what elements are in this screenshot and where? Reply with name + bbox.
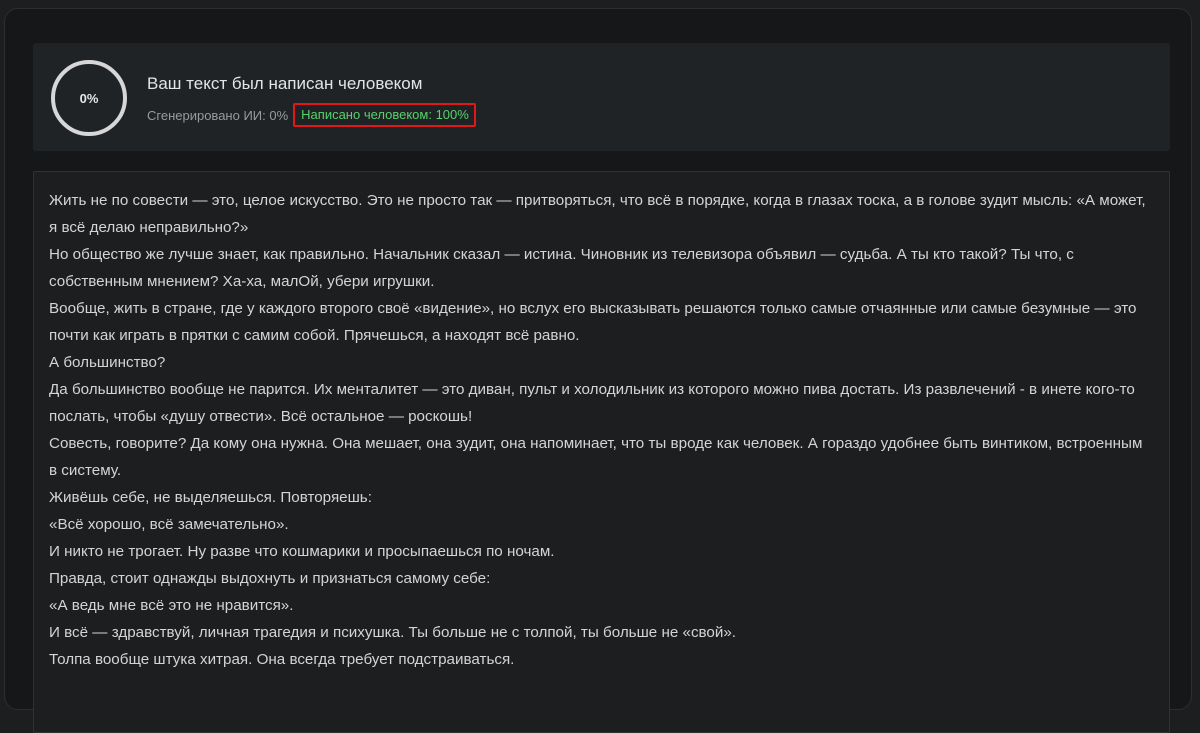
ai-score-label: 0% [79,90,99,106]
ai-generated-stat: Сгенерировано ИИ: 0% [147,107,289,123]
text-paragraph: «А ведь мне всё это не нравится». [49,597,294,614]
text-paragraph: Вообще, жить в стране, где у каждого вто… [49,300,1137,344]
ai-score-ring: 0% [51,60,127,136]
text-paragraph: И никто не трогает. Ну разве что кошмари… [49,543,555,560]
detection-summary: 0% Ваш текст был написан человеком Сгене… [33,43,1170,151]
text-paragraph: Но общество же лучше знает, как правильн… [49,246,1074,290]
text-paragraph: Жить не по совести — это, целое искусств… [49,192,1146,236]
text-paragraph: Толпа вообще штука хитрая. Она всегда тр… [49,651,515,668]
detection-stats: Сгенерировано ИИ: 0% Написано человеком:… [147,103,476,127]
result-card: 0% Ваш текст был написан человеком Сгене… [4,8,1192,733]
analyzed-text: Жить не по совести — это, целое искусств… [49,187,1149,673]
result-title: Ваш текст был написан человеком [147,74,423,93]
text-paragraph: И всё — здравствуй, личная трагедия и пс… [49,624,737,641]
human-written-stat: Написано человеком: 100% [293,103,476,127]
text-paragraph: Живёшь себе, не выделяешься. Повторяешь: [49,489,372,506]
text-paragraph: Да большинство вообще не парится. Их мен… [49,381,1135,425]
text-paragraph: «Всё хорошо, всё замечательно». [49,516,289,533]
text-paragraph: А большинство? [49,354,166,371]
analyzed-text-panel: Жить не по совести — это, целое искусств… [33,171,1170,733]
text-paragraph: Совесть, говорите? Да кому она нужна. Он… [49,435,1143,479]
text-paragraph: Правда, стоит однажды выдохнуть и призна… [49,570,491,587]
